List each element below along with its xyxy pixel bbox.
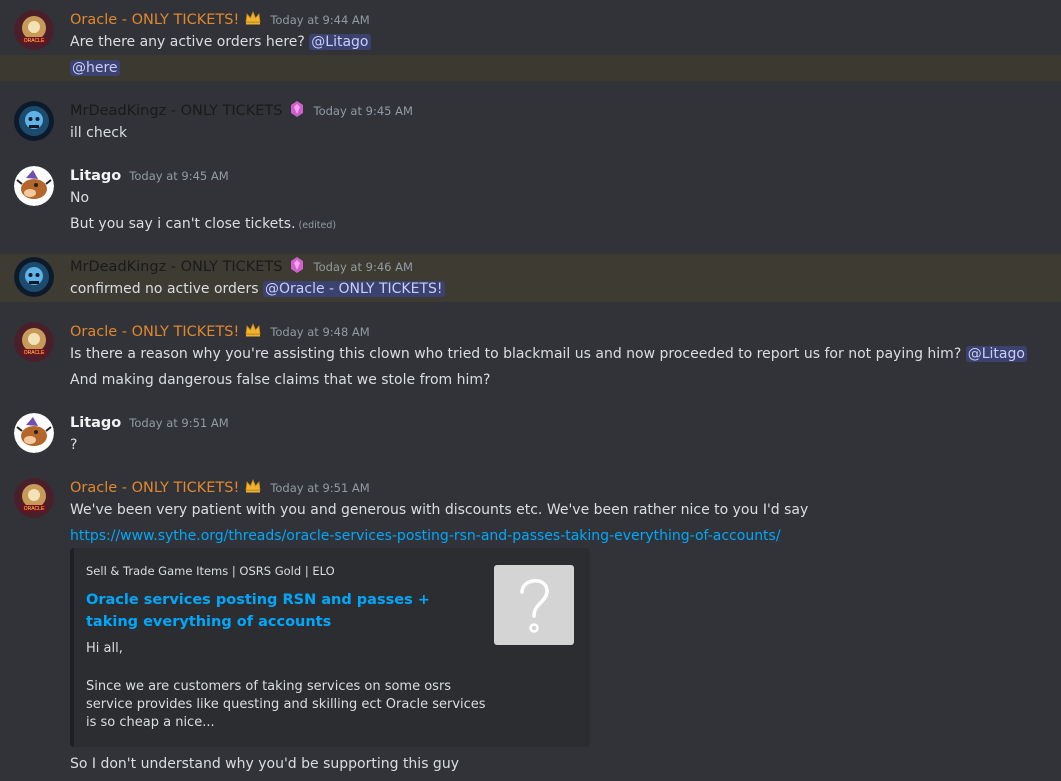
- litago-avatar[interactable]: [14, 413, 54, 453]
- message-content: Is there a reason why you're assisting t…: [70, 344, 1027, 364]
- message-header: Oracle - ONLY TICKETS! Today at 9:48 AM: [70, 321, 370, 343]
- user-mention[interactable]: @Oracle - ONLY TICKETS!: [263, 281, 445, 297]
- chat-messages: ORACLE Oracle - ONLY TICKETS! Today at 9…: [0, 0, 1061, 781]
- username[interactable]: Oracle - ONLY TICKETS!: [70, 324, 239, 340]
- username[interactable]: Litago: [70, 168, 121, 184]
- message-content: So I don't understand why you'd be suppo…: [70, 756, 459, 772]
- embed-title[interactable]: Oracle services posting RSN and passes +…: [86, 589, 446, 633]
- username[interactable]: MrDeadKingz - ONLY TICKETS: [70, 259, 283, 275]
- edited-label: (edited): [298, 220, 337, 231]
- username[interactable]: MrDeadKingz - ONLY TICKETS: [70, 103, 283, 119]
- message-header: MrDeadKingz - ONLY TICKETS Today at 9:46…: [70, 256, 413, 278]
- message-content: And making dangerous false claims that w…: [70, 372, 491, 388]
- username[interactable]: Oracle - ONLY TICKETS!: [70, 12, 239, 28]
- link-embed: Sell & Trade Game Items | OSRS Gold | EL…: [70, 548, 590, 747]
- svg-text:ORACLE: ORACLE: [24, 350, 45, 356]
- timestamp[interactable]: Today at 9:45 AM: [129, 169, 228, 183]
- message-content: But you say i can't close tickets. (edite…: [70, 214, 336, 236]
- message-content: ?: [70, 437, 78, 453]
- message-text: But you say i can't close tickets.: [70, 216, 296, 232]
- mrdeadkingz-avatar[interactable]: [14, 101, 54, 141]
- message-content: We've been very patient with you and gen…: [70, 502, 809, 518]
- message-content: Are there any active orders here? @Litag…: [70, 32, 371, 52]
- username[interactable]: Oracle - ONLY TICKETS!: [70, 480, 239, 496]
- embed-provider[interactable]: Sell & Trade Game Items | OSRS Gold | EL…: [86, 564, 335, 578]
- message-header: MrDeadKingz - ONLY TICKETS Today at 9:45…: [70, 100, 413, 122]
- crown-icon: [244, 321, 262, 343]
- message-header: Litago Today at 9:45 AM: [70, 165, 229, 187]
- mention-highlight: [0, 55, 1061, 81]
- user-mention[interactable]: @Litago: [965, 346, 1027, 362]
- embed-thumbnail[interactable]: [494, 565, 574, 645]
- message-text: Is there a reason why you're assisting t…: [70, 346, 966, 362]
- oracle-avatar[interactable]: ORACLE: [14, 10, 54, 50]
- thread-link[interactable]: https://www.sythe.org/threads/oracle-ser…: [70, 526, 781, 546]
- timestamp[interactable]: Today at 9:44 AM: [270, 13, 369, 27]
- crown-icon: [244, 477, 262, 499]
- embed-description: Since we are customers of taking service…: [86, 679, 486, 730]
- mrdeadkingz-avatar[interactable]: [14, 257, 54, 297]
- message-header: Oracle - ONLY TICKETS! Today at 9:44 AM: [70, 9, 370, 31]
- message-content: confirmed no active orders @Oracle - ONL…: [70, 279, 445, 299]
- booster-gem-icon: [288, 256, 306, 278]
- question-mark-icon: [520, 579, 549, 633]
- message-content: No: [70, 190, 90, 206]
- timestamp[interactable]: Today at 9:45 AM: [314, 104, 413, 118]
- booster-gem-icon: [288, 100, 306, 122]
- message-content: @here: [70, 58, 120, 78]
- timestamp[interactable]: Today at 9:48 AM: [270, 325, 369, 339]
- oracle-avatar[interactable]: ORACLE: [14, 478, 54, 518]
- svg-text:ORACLE: ORACLE: [24, 38, 45, 44]
- message-header: Oracle - ONLY TICKETS! Today at 9:51 AM: [70, 477, 370, 499]
- here-mention[interactable]: @here: [70, 60, 120, 76]
- crown-icon: [244, 9, 262, 31]
- user-mention[interactable]: @Litago: [309, 34, 371, 50]
- oracle-avatar[interactable]: ORACLE: [14, 322, 54, 362]
- litago-avatar[interactable]: [14, 166, 54, 206]
- timestamp[interactable]: Today at 9:51 AM: [270, 481, 369, 495]
- message-text: confirmed no active orders: [70, 281, 264, 297]
- message-header: Litago Today at 9:51 AM: [70, 412, 229, 434]
- message-text: Are there any active orders here?: [70, 34, 310, 50]
- svg-text:ORACLE: ORACLE: [24, 506, 45, 512]
- timestamp[interactable]: Today at 9:51 AM: [129, 416, 228, 430]
- timestamp[interactable]: Today at 9:46 AM: [314, 260, 413, 274]
- embed-description: Hi all,: [86, 641, 123, 656]
- username[interactable]: Litago: [70, 415, 121, 431]
- message-content: ill check: [70, 125, 128, 141]
